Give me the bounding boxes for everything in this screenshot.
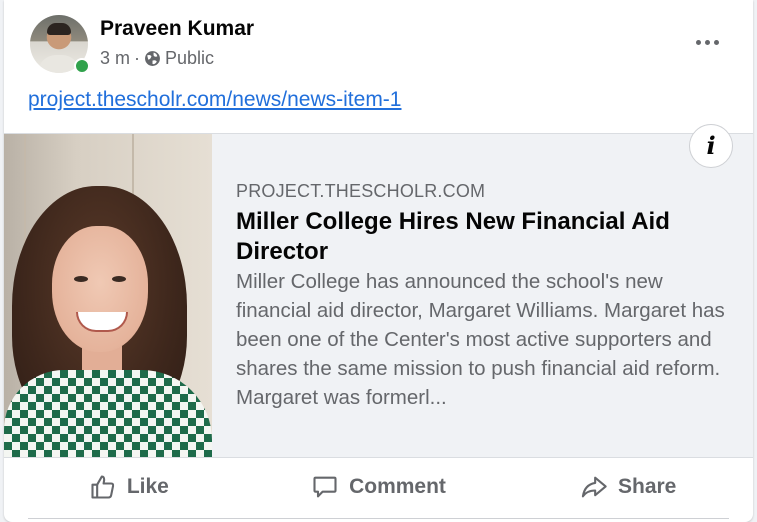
share-button[interactable]: Share [503, 464, 753, 510]
post-time[interactable]: 3 m [100, 48, 130, 69]
post-actions: Like Comment Share [4, 462, 753, 512]
more-options-icon[interactable] [689, 26, 725, 58]
link-preview[interactable]: i PROJECT.THESCHOLR.COM Miller College H… [4, 124, 753, 458]
share-label: Share [617, 475, 677, 498]
like-button[interactable]: Like [4, 464, 254, 510]
info-icon[interactable]: i [689, 124, 733, 168]
share-arrow-icon [581, 476, 607, 498]
author-avatar[interactable] [30, 15, 90, 74]
post-meta: 3 m · Public [100, 48, 214, 69]
preview-title[interactable]: Miller College Hires New Financial Aid D… [236, 207, 716, 267]
meta-separator: · [134, 48, 141, 68]
info-glyph: i [706, 131, 716, 160]
author-name[interactable]: Praveen Kumar [100, 17, 254, 41]
comment-button[interactable]: Comment [254, 464, 504, 510]
preview-description: Miller College has announced the school'… [236, 270, 725, 409]
comment-bubble-icon [313, 476, 337, 498]
preview-domain: PROJECT.THESCHOLR.COM [236, 181, 486, 201]
post-link[interactable]: project.thescholr.com/news/news-item-1 [28, 88, 401, 112]
online-status-dot [74, 58, 90, 74]
divider [28, 518, 729, 519]
post-card: Praveen Kumar 3 m · Public project.thesc… [4, 0, 753, 522]
preview-image [4, 134, 212, 457]
audience-label: Public [165, 48, 215, 68]
comment-label: Comment [349, 475, 446, 498]
globe-icon [145, 51, 160, 66]
like-label: Like [126, 475, 169, 498]
thumbs-up-icon [91, 475, 114, 499]
